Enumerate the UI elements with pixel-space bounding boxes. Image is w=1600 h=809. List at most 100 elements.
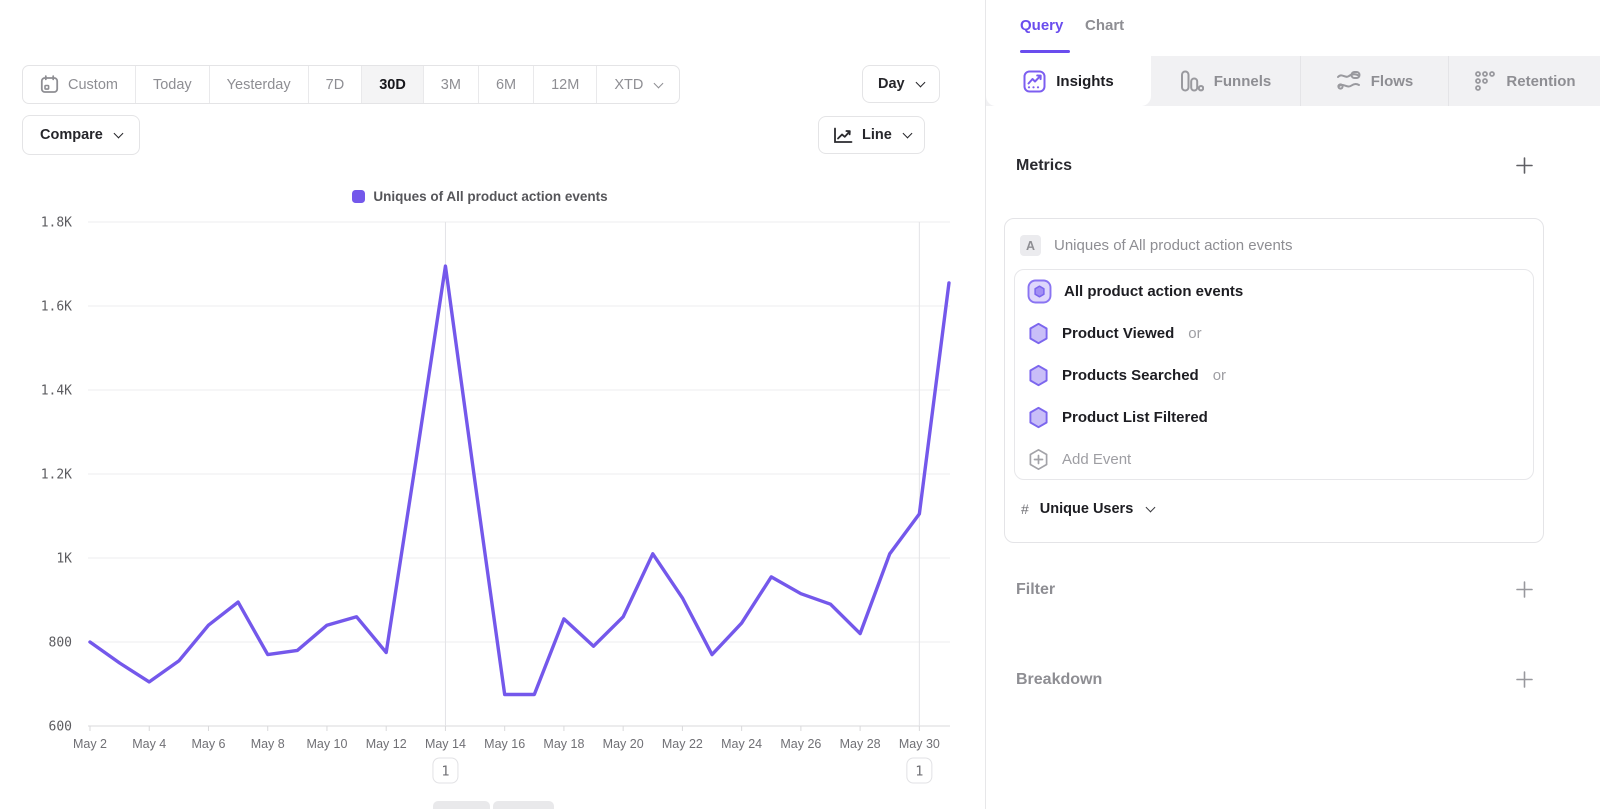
range-button-3m[interactable]: 3M: [424, 66, 479, 103]
flows-icon: [1336, 71, 1361, 91]
x-axis-tick-label: May 24: [721, 737, 762, 751]
add-event-label: Add Event: [1062, 451, 1131, 468]
retention-icon: [1474, 70, 1496, 92]
range-label: Custom: [68, 77, 118, 93]
x-axis-tick-label: May 2: [73, 737, 107, 751]
range-button-12m[interactable]: 12M: [534, 66, 597, 103]
partial-bottom-element[interactable]: [433, 801, 490, 809]
event-group-card: All product action events Product Viewed o…: [1014, 269, 1534, 480]
tab-retention[interactable]: Retention: [1449, 56, 1600, 106]
tab-funnels-label: Funnels: [1214, 73, 1272, 90]
event-name: All product action events: [1064, 283, 1243, 300]
add-event-button[interactable]: Add Event: [1015, 438, 1533, 480]
add-metric-button[interactable]: [1516, 157, 1533, 174]
aggregation-dropdown[interactable]: # Unique Users: [1021, 495, 1154, 523]
legend-swatch: [352, 190, 365, 203]
x-axis-tick-label: May 16: [484, 737, 525, 751]
range-button-6m[interactable]: 6M: [479, 66, 534, 103]
chart-type-dropdown[interactable]: Line: [818, 116, 925, 154]
metric-series-header[interactable]: A Uniques of All product action events: [1020, 235, 1292, 256]
query-builder-panel: Query Chart Insights Funnels: [986, 0, 1600, 809]
filter-section-label: Filter: [1016, 581, 1055, 599]
range-button-yesterday[interactable]: Yesterday: [210, 66, 309, 103]
add-breakdown-button[interactable]: [1516, 671, 1533, 688]
metric-card: A Uniques of All product action events A…: [1004, 218, 1544, 543]
x-axis-tick-label: May 26: [780, 737, 821, 751]
range-label: Today: [153, 77, 192, 93]
event-list: All product action events Product Viewed o…: [1015, 270, 1533, 438]
y-axis-tick-label: 1.6K: [41, 300, 72, 315]
number-icon: #: [1021, 501, 1029, 517]
chevron-down-icon: [113, 129, 123, 139]
tab-flows-label: Flows: [1371, 73, 1414, 90]
x-axis-tick-label: May 10: [306, 737, 347, 751]
range-button-today[interactable]: Today: [136, 66, 210, 103]
tab-funnels[interactable]: Funnels: [1151, 56, 1301, 106]
range-button-30d[interactable]: 30D: [362, 66, 424, 103]
chart-type-value: Line: [862, 127, 892, 143]
tab-insights[interactable]: Insights: [986, 56, 1151, 106]
range-label: XTD: [614, 77, 643, 93]
granularity-dropdown[interactable]: Day: [862, 65, 940, 103]
range-label: 3M: [441, 77, 461, 93]
annotation-count: 1: [441, 764, 449, 780]
breakdown-section-label: Breakdown: [1016, 671, 1102, 689]
range-label: 12M: [551, 77, 579, 93]
compare-label: Compare: [40, 127, 103, 143]
aggregation-value: Unique Users: [1040, 501, 1133, 517]
tab-retention-label: Retention: [1506, 73, 1575, 90]
granularity-value: Day: [878, 76, 905, 92]
y-axis-tick-label: 1.2K: [41, 468, 72, 483]
add-event-icon: [1027, 448, 1050, 471]
y-axis-tick-label: 1.4K: [41, 384, 72, 399]
event-row[interactable]: All product action events: [1015, 270, 1533, 312]
x-axis-tick-label: May 22: [662, 737, 703, 751]
chart-legend: Uniques of All product action events: [0, 189, 960, 204]
calendar-icon: [40, 75, 59, 94]
legend-series-label: Uniques of All product action events: [373, 189, 607, 204]
tab-query[interactable]: Query: [1020, 17, 1063, 34]
series-letter-badge: A: [1020, 235, 1041, 256]
insights-icon: [1023, 70, 1046, 93]
chevron-down-icon: [1146, 502, 1156, 512]
y-axis-tick-label: 600: [49, 720, 72, 735]
x-axis-tick-label: May 14: [425, 737, 466, 751]
x-axis-tick-label: May 12: [366, 737, 407, 751]
series-title: Uniques of All product action events: [1054, 237, 1292, 254]
date-range-segmented-control: Custom Today Yesterday 7D 30D 3M 6M 12M XTD: [22, 65, 680, 104]
metrics-section-label: Metrics: [1016, 157, 1072, 175]
partial-bottom-element[interactable]: [493, 801, 554, 809]
range-button-custom[interactable]: Custom: [23, 66, 136, 103]
range-label: 7D: [326, 77, 345, 93]
event-name: Product List Filtered: [1062, 409, 1208, 426]
active-tab-underline: [1020, 50, 1070, 53]
tab-insights-label: Insights: [1056, 73, 1114, 90]
range-button-xtd[interactable]: XTD: [597, 66, 679, 103]
event-hexagon-icon: [1027, 406, 1050, 429]
annotation-count: 1: [915, 764, 923, 780]
x-axis-tick-label: May 20: [603, 737, 644, 751]
x-axis-tick-label: May 28: [840, 737, 881, 751]
report-canvas: 6008001K1.2K1.4K1.6K1.8KMay 2May 4May 6M…: [0, 0, 985, 809]
event-name: Products Searched: [1062, 367, 1199, 384]
chevron-down-icon: [902, 129, 912, 139]
add-filter-button[interactable]: [1516, 581, 1533, 598]
event-name: Product Viewed: [1062, 325, 1174, 342]
range-label: Yesterday: [227, 77, 291, 93]
series-line: [90, 266, 949, 694]
event-operator: or: [1213, 367, 1226, 384]
event-row[interactable]: Product Viewed or: [1015, 312, 1533, 354]
range-button-7d[interactable]: 7D: [309, 66, 363, 103]
range-label: 6M: [496, 77, 516, 93]
x-axis-tick-label: May 18: [543, 737, 584, 751]
y-axis-tick-label: 1K: [56, 552, 72, 567]
tab-flows[interactable]: Flows: [1301, 56, 1449, 106]
event-operator: or: [1188, 325, 1201, 342]
line-chart-icon: [832, 126, 853, 145]
event-hexagon-icon: [1027, 364, 1050, 387]
event-row[interactable]: Product List Filtered: [1015, 396, 1533, 438]
event-row[interactable]: Products Searched or: [1015, 354, 1533, 396]
x-axis-tick-label: May 6: [191, 737, 225, 751]
tab-chart[interactable]: Chart: [1085, 17, 1124, 34]
compare-dropdown[interactable]: Compare: [22, 115, 140, 155]
